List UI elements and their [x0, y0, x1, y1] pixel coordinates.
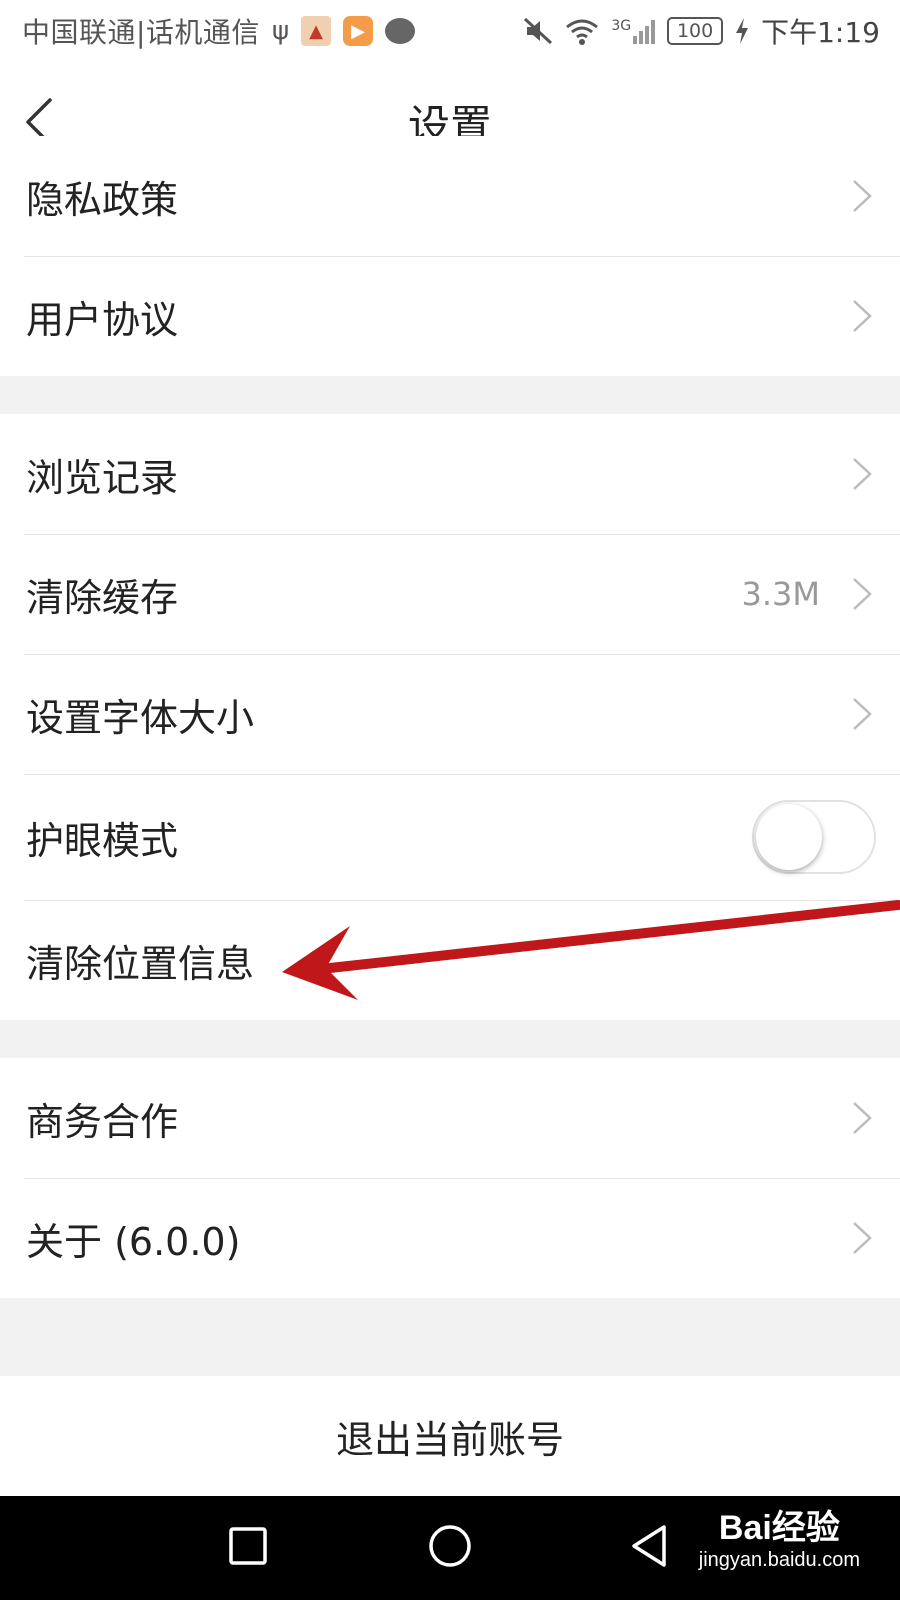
settings-item-label: 浏览记录: [26, 455, 179, 500]
settings-item-label: 清除缓存: [26, 575, 179, 620]
usb-icon: ψ: [271, 16, 290, 46]
settings-item-label: 护眼模式: [26, 818, 179, 863]
watermark-logo-text: Bai经验: [718, 1509, 840, 1547]
video-app-icon: ▶: [343, 16, 374, 46]
logout-button[interactable]: 退出当前账号: [0, 1376, 900, 1496]
signal-icon: 3G: [611, 18, 656, 44]
settings-item-label: 隐私政策: [26, 177, 179, 222]
chevron-right-icon: [853, 300, 872, 332]
chevron-right-icon: [853, 458, 872, 490]
settings-item-browse-history[interactable]: 浏览记录: [0, 414, 900, 534]
cache-size-value: 3.3M: [741, 575, 821, 613]
section-divider: [0, 376, 900, 414]
watermark-url: jingyan.baidu.com: [698, 1549, 860, 1571]
settings-group-general: 浏览记录 清除缓存 3.3M 设置字体大小 护眼模式 清除位置信息: [0, 414, 900, 1020]
settings-item-label: 商务合作: [26, 1099, 179, 1144]
settings-group-about: 商务合作 关于 (6.0.0): [0, 1058, 900, 1298]
chevron-right-icon: [853, 1222, 872, 1254]
settings-item-eye-care: 护眼模式: [0, 774, 900, 900]
status-left: 中国联通|话机通信 ψ ▲ ▶: [22, 11, 416, 51]
settings-item-clear-cache[interactable]: 清除缓存 3.3M: [0, 534, 900, 654]
back-nav-icon[interactable]: [630, 1524, 670, 1568]
settings-item-label: 设置字体大小: [26, 695, 255, 740]
settings-item-label: 清除位置信息: [26, 941, 255, 986]
settings-item-font-size[interactable]: 设置字体大小: [0, 654, 900, 774]
chevron-right-icon: [853, 180, 872, 212]
recent-apps-icon[interactable]: [228, 1526, 268, 1566]
charging-icon: [735, 18, 749, 44]
toggle-knob: [756, 804, 822, 870]
chevron-right-icon: [853, 578, 872, 610]
chevron-right-icon: [853, 1102, 872, 1134]
settings-item-user-agreement[interactable]: 用户协议: [0, 256, 900, 376]
battery-icon: 100: [667, 17, 724, 45]
message-icon: [385, 18, 416, 44]
status-time: 下午1:19: [761, 16, 880, 49]
section-divider: [0, 1020, 900, 1058]
wifi-icon: [565, 17, 599, 45]
eye-care-toggle[interactable]: [752, 800, 876, 874]
settings-item-label: 关于 (6.0.0): [26, 1219, 241, 1264]
settings-item-clear-location[interactable]: 清除位置信息: [0, 900, 900, 1020]
baidu-watermark: Bai经验 jingyan.baidu.com: [699, 1500, 860, 1572]
mute-icon: [523, 17, 553, 45]
home-icon[interactable]: [428, 1524, 472, 1568]
settings-item-business[interactable]: 商务合作: [0, 1058, 900, 1178]
chevron-right-icon: [853, 698, 872, 730]
status-bar: 中国联通|话机通信 ψ ▲ ▶ 3G 100 下午1:19: [0, 0, 900, 62]
section-divider: [0, 1298, 900, 1376]
settings-item-privacy-policy[interactable]: 隐私政策: [0, 136, 900, 256]
settings-group-legal: 隐私政策 用户协议: [0, 136, 900, 376]
status-right: 3G 100 下午1:19: [523, 11, 880, 51]
settings-item-label: 用户协议: [26, 297, 179, 342]
app-notification-icon: ▲: [301, 16, 332, 46]
carrier-name: 中国联通|话机通信: [22, 16, 260, 49]
settings-item-about[interactable]: 关于 (6.0.0): [0, 1178, 900, 1298]
